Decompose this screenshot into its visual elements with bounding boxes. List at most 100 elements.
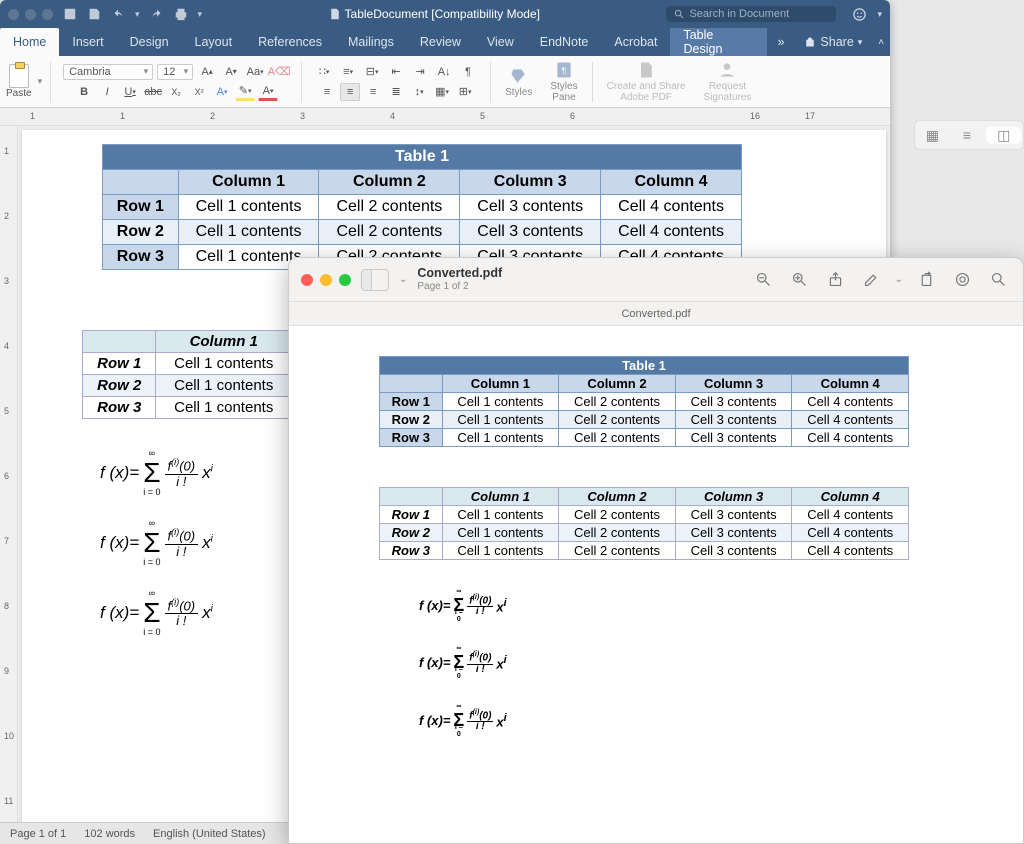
shrink-font-button[interactable]: A▾ (221, 63, 241, 81)
print-icon[interactable] (174, 7, 188, 21)
font-name-select[interactable]: Cambria (63, 64, 153, 80)
styles-button[interactable]: Styles (499, 66, 538, 98)
tab-references[interactable]: References (245, 28, 335, 56)
table-cell: Cell 1 contents (156, 375, 292, 397)
show-marks-button[interactable]: ¶ (458, 63, 478, 81)
tab-home[interactable]: Home (0, 28, 59, 56)
feedback-icon[interactable] (852, 7, 867, 22)
list-view-icon[interactable]: ≡ (950, 127, 985, 143)
undo-dropdown[interactable]: ▾ (135, 9, 140, 20)
table-2[interactable]: Column 1 Row 1Cell 1 contents Row 2Cell … (82, 330, 292, 419)
markup-button[interactable] (859, 269, 885, 291)
print-dropdown[interactable]: ▾ (198, 9, 203, 20)
word-count[interactable]: 102 words (84, 828, 135, 840)
close-button[interactable] (301, 274, 313, 286)
font-size-select[interactable]: 12 (157, 64, 193, 80)
bold-button[interactable]: B (74, 83, 94, 101)
row-header: Row 3 (83, 397, 156, 419)
tab-review[interactable]: Review (407, 28, 474, 56)
preview-page[interactable]: Table 1 Column 1 Column 2 Column 3 Colum… (289, 326, 1023, 843)
autosave-icon[interactable] (63, 7, 77, 21)
rotate-button[interactable] (913, 269, 939, 291)
font-color-button[interactable]: A▾ (258, 83, 278, 101)
align-center-button[interactable]: ≡ (340, 83, 360, 101)
borders-button[interactable]: ⊞▾ (455, 83, 475, 101)
strikethrough-button[interactable]: abc (143, 83, 163, 101)
view-mode-strip[interactable]: ▦ ≡ ◫ (914, 120, 1024, 150)
horizontal-ruler[interactable]: 11234561617 (0, 108, 890, 126)
zoom-in-button[interactable] (787, 269, 813, 291)
row-header: Row 2 (83, 375, 156, 397)
share-icon (804, 36, 816, 48)
save-icon[interactable] (87, 7, 101, 21)
quick-access[interactable]: ▾ ▾ (63, 7, 202, 21)
table-1[interactable]: Table 1 Column 1 Column 2 Column 3 Colum… (102, 144, 742, 270)
sidebar-dropdown[interactable]: ⌄ (399, 274, 407, 285)
sidebar-toggle[interactable] (361, 269, 389, 291)
row-header: Row 3 (380, 542, 443, 560)
decrease-indent-button[interactable]: ⇤ (386, 63, 406, 81)
request-signatures-button[interactable]: Request Signatures (698, 60, 758, 103)
collapse-ribbon[interactable]: ˄ (872, 28, 890, 56)
tab-acrobat[interactable]: Acrobat (601, 28, 670, 56)
col-header: Column 2 (559, 375, 676, 393)
tab-design[interactable]: Design (117, 28, 182, 56)
tab-view[interactable]: View (474, 28, 527, 56)
multilevel-list-button[interactable]: ⊟▾ (362, 63, 382, 81)
zoom-button[interactable] (339, 274, 351, 286)
window-controls[interactable] (301, 274, 351, 286)
bullets-button[interactable]: ∷▾ (314, 63, 334, 81)
markup-dropdown[interactable]: ⌄ (895, 274, 903, 285)
grid-view-icon[interactable]: ▦ (915, 127, 950, 144)
highlight-button[interactable] (949, 269, 975, 291)
align-right-button[interactable]: ≡ (363, 83, 383, 101)
subscript-button[interactable]: X₂ (166, 83, 186, 101)
window-controls[interactable] (8, 9, 53, 20)
minimize-button[interactable] (320, 274, 332, 286)
preview-titlebar: ⌄ Converted.pdf Page 1 of 2 ⌄ (289, 258, 1023, 302)
column-view-icon[interactable]: ◫ (986, 127, 1021, 144)
page-count[interactable]: Page 1 of 1 (10, 828, 66, 840)
text-effects-button[interactable]: A▾ (212, 83, 232, 101)
tabs-overflow[interactable]: » (767, 28, 794, 56)
tab-table-design[interactable]: Table Design (670, 28, 767, 56)
shading-button[interactable]: ▦▾ (432, 83, 452, 101)
underline-button[interactable]: U▾ (120, 83, 140, 101)
row-header: Row 1 (380, 393, 443, 411)
increase-indent-button[interactable]: ⇥ (410, 63, 430, 81)
paste-dropdown[interactable]: ▾ (38, 76, 43, 87)
share-button[interactable]: Share ▾ (794, 28, 872, 56)
share-button[interactable] (823, 269, 849, 291)
table-title: Table 1 (380, 357, 909, 375)
styles-pane-button[interactable]: ¶ Styles Pane (544, 60, 583, 103)
feedback-dropdown[interactable]: ▾ (877, 9, 882, 20)
row-header: Row 3 (103, 245, 179, 270)
tab-insert[interactable]: Insert (59, 28, 116, 56)
language[interactable]: English (United States) (153, 828, 266, 840)
justify-button[interactable]: ≣ (386, 83, 406, 101)
numbering-button[interactable]: ≡▾ (338, 63, 358, 81)
clear-formatting-button[interactable]: A⌫ (269, 63, 289, 81)
tab-mailings[interactable]: Mailings (335, 28, 407, 56)
undo-icon[interactable] (111, 7, 125, 21)
redo-icon[interactable] (150, 7, 164, 21)
tab-layout[interactable]: Layout (182, 28, 246, 56)
search-button[interactable] (985, 269, 1011, 291)
tab-endnote[interactable]: EndNote (527, 28, 602, 56)
line-spacing-button[interactable]: ↕▾ (409, 83, 429, 101)
search-input[interactable]: Search in Document (666, 6, 836, 22)
row-header: Row 2 (380, 411, 443, 429)
change-case-button[interactable]: Aa▾ (245, 63, 265, 81)
paste-button[interactable]: Paste (6, 64, 32, 99)
create-share-pdf-button[interactable]: Create and Share Adobe PDF (601, 60, 692, 103)
grow-font-button[interactable]: A▴ (197, 63, 217, 81)
align-left-button[interactable]: ≡ (317, 83, 337, 101)
italic-button[interactable]: I (97, 83, 117, 101)
zoom-out-button[interactable] (751, 269, 777, 291)
preview-subtitle-bar: Converted.pdf (289, 302, 1023, 326)
col-header: Column 4 (792, 375, 909, 393)
sort-button[interactable]: A↓ (434, 63, 454, 81)
superscript-button[interactable]: X² (189, 83, 209, 101)
vertical-ruler[interactable]: 1234567891011 (0, 126, 18, 822)
highlight-button[interactable]: ✎▾ (235, 83, 255, 101)
